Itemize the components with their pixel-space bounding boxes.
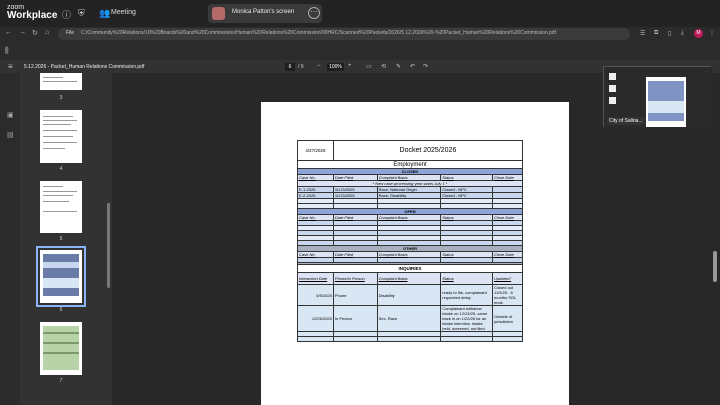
zoom-logo-bottom: Workplace (7, 10, 58, 21)
redo-icon[interactable]: ↷ (423, 63, 428, 70)
participants-icon[interactable]: 👥 (99, 8, 110, 19)
thumbnail-number: 5 (59, 236, 63, 242)
screen-share-indicator[interactable]: Monica Patton's screen ⋯ (208, 4, 322, 23)
page-thumbnail[interactable] (40, 322, 82, 375)
column-header: Phone/In Person (332, 272, 378, 285)
zoom-logo: zoom Workplace (7, 4, 57, 21)
table-cell: In Person (332, 305, 378, 332)
share-text: Monica Patton's screen (232, 9, 295, 15)
avatar (212, 7, 225, 20)
zoom-in-icon[interactable]: + (348, 63, 352, 69)
table-row: 5/5/2025 Phone Disability ready to file,… (297, 284, 523, 306)
thumbnail-scrollbar[interactable] (107, 203, 110, 288)
download-icon[interactable]: ⤓ (681, 30, 684, 37)
hamburger-menu-icon[interactable]: ≡ (8, 62, 13, 71)
page-number-input[interactable]: 6 (285, 63, 295, 71)
table-cell: 5/5/2025 (297, 284, 334, 306)
page-thumbnail[interactable] (40, 181, 82, 233)
sidebar-toggle-icon[interactable]: ⫼ (5, 46, 9, 56)
thumbnail-number: 6 (59, 307, 63, 313)
zoom-input[interactable]: 100% (327, 63, 344, 71)
page-total: / 9 (298, 64, 304, 70)
docket-title: Docket 2025/2026 (332, 140, 524, 161)
table-cell: Outside of jurisdiction (492, 305, 523, 332)
docket-date: 4/27/2026 (297, 140, 334, 161)
page-thumbnail[interactable] (40, 73, 82, 90)
table-row: 12/26/2025 In Person Sex, Race Complaina… (297, 305, 523, 332)
thumbnail-number: 3 (59, 95, 63, 101)
menu-icon[interactable]: ⋮ (709, 30, 715, 37)
file-label: File (66, 30, 75, 36)
translate-icon[interactable]: ☰ (640, 30, 645, 37)
thumbnail-page-preview (646, 77, 686, 127)
pdf-title: 5.12.2026 - Packet_Human Relations Commi… (24, 64, 145, 70)
shield-icon[interactable]: ⛨ (78, 8, 85, 19)
meeting-label[interactable]: Meeting (111, 9, 136, 16)
page-thumbnail-selected[interactable] (36, 246, 86, 307)
reload-icon[interactable]: ↻ (32, 29, 38, 37)
table-cell: Disability (376, 284, 442, 306)
address-bar[interactable]: File C:/Community%20Relations/10%20Board… (58, 28, 630, 40)
rotate-icon[interactable]: ⟲ (381, 63, 386, 70)
outline-icon[interactable]: ▤ (7, 131, 14, 139)
url-text[interactable]: C:/Community%20Relations/10%20Boards%20a… (81, 30, 621, 36)
column-header: Complaint Basis (376, 272, 442, 285)
viewer-scrollbar[interactable] (713, 251, 717, 282)
thumbnail-label: City of Salina... (607, 117, 645, 125)
split-view-icon[interactable]: ▯ (668, 30, 671, 37)
profile-avatar[interactable]: M (694, 29, 703, 38)
docket-table: 4/27/2026 Docket 2025/2026 Employment CL… (297, 140, 524, 342)
thumbnail-number: 7 (59, 378, 63, 384)
column-header: Interaction Date (297, 272, 334, 285)
thumbnail-icon (609, 85, 616, 92)
back-icon[interactable]: ← (5, 29, 12, 36)
zoom-top-bar: zoom Workplace ⓘ ⛨ 👥 Meeting Monica Patt… (0, 0, 720, 27)
undo-icon[interactable]: ↶ (410, 63, 415, 70)
url-row: ← → ↻ ⌂ File C:/Community%20Relations/10… (0, 27, 720, 41)
forward-icon[interactable]: → (19, 29, 26, 36)
table-cell: Phone (332, 284, 378, 306)
table-cell: Complainant withdrew intake on 12/24/25,… (440, 305, 494, 332)
table-cell: ready to file, complainant requested del… (440, 284, 494, 306)
pdf-page: 4/27/2026 Docket 2025/2026 Employment CL… (261, 102, 569, 405)
more-options-icon[interactable]: ⋯ (308, 7, 320, 19)
home-icon[interactable]: ⌂ (45, 29, 49, 36)
column-header: Updates? (492, 272, 523, 285)
table-cell: 12/26/2025 (297, 305, 334, 332)
info-icon[interactable]: ⓘ (62, 8, 71, 21)
thumbnail-icon (609, 97, 616, 104)
thumbnail-icon (609, 73, 616, 80)
thumbnail-pane: 3 4 5 6 7 (20, 73, 112, 405)
thumbnail-number: 4 (59, 166, 63, 172)
toolbar-row: ⫼ (0, 41, 720, 61)
column-header: Status (440, 272, 494, 285)
inquiries-label: INQUIRIES (297, 264, 523, 273)
section-title: Employment (297, 160, 523, 169)
fit-page-icon[interactable]: ▭ (366, 63, 372, 70)
extensions-icon[interactable]: ⧉ (654, 30, 658, 37)
table-cell: Closed out 11/5/25 - 6 months SOL ends (492, 284, 523, 306)
page-thumbnail[interactable] (40, 110, 82, 163)
pdf-sidebar-rail: ▣ ▤ (0, 73, 20, 405)
zoom-out-icon[interactable]: − (317, 63, 321, 69)
zoom-video-thumbnail[interactable]: City of Salina... (603, 66, 712, 128)
table-header-row: Interaction Date Phone/In Person Complai… (297, 272, 523, 285)
thumbnails-icon[interactable]: ▣ (7, 111, 14, 119)
table-cell: Sex, Race (376, 305, 442, 332)
annotate-icon[interactable]: ✎ (396, 63, 401, 70)
